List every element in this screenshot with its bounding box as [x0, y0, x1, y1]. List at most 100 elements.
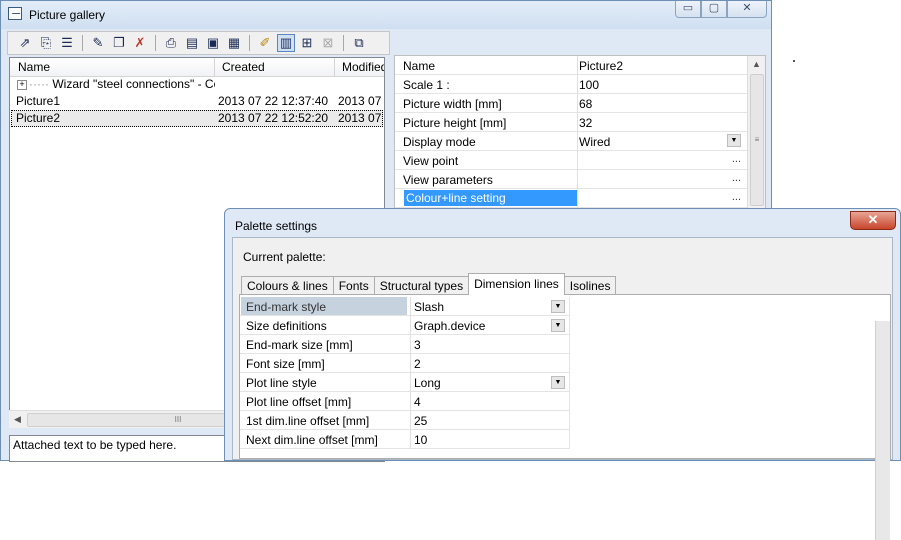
- setting-name: 1st dim.line offset [mm]: [246, 414, 370, 428]
- setting-value[interactable]: Slash: [414, 300, 444, 314]
- setting-value[interactable]: Long: [414, 376, 441, 390]
- dropdown-arrow-icon[interactable]: ▼: [551, 319, 565, 332]
- scroll-thumb[interactable]: ≡: [750, 74, 764, 206]
- property-name: Scale 1 :: [403, 78, 450, 92]
- dropdown-arrow-icon[interactable]: ▼: [551, 376, 565, 389]
- setting-value[interactable]: 2: [414, 357, 421, 371]
- list-icon[interactable]: ☰: [58, 34, 76, 52]
- toolbar: ⇗ ⎘ ☰ ✎ ❐ ✗ ⎙ ▤ ▣ ▦ ✐ ▥ ⊞ ⊠ ⧉: [7, 31, 390, 55]
- setting-value[interactable]: 10: [414, 433, 427, 447]
- setting-row[interactable]: Plot line offset [mm] 4: [240, 392, 570, 411]
- copy-picture-icon[interactable]: ⎘: [37, 34, 55, 52]
- title-bar[interactable]: Picture gallery ▭ ▢ ✕: [1, 1, 771, 29]
- column-header-name[interactable]: Name: [18, 60, 50, 74]
- pencil-icon[interactable]: ✐: [256, 34, 274, 52]
- list-item-selected[interactable]: Picture2 2013 07 22 12:52:20 2013 07 2: [11, 110, 384, 127]
- minimize-button[interactable]: ▭: [675, 1, 701, 18]
- ellipsis-button[interactable]: ...: [732, 172, 741, 184]
- palette-settings-window: Palette settings ✕ Current palette: Colo…: [224, 208, 901, 540]
- setting-row[interactable]: Plot line style Long ▼: [240, 373, 570, 392]
- column-divider[interactable]: [214, 58, 215, 76]
- property-value[interactable]: 100: [579, 78, 599, 92]
- grid-view-icon[interactable]: ⊞: [298, 34, 316, 52]
- list-item-created: 2013 07 22 12:52:20: [218, 111, 329, 125]
- tab-bar: Colours & lines Fonts Structural types D…: [241, 273, 617, 295]
- list-item[interactable]: Picture1 2013 07 22 12:37:40 2013 07 2: [11, 93, 384, 110]
- setting-value[interactable]: 25: [414, 414, 427, 428]
- scroll-up-icon[interactable]: ▲: [752, 59, 761, 69]
- property-name: Colour+line setting: [404, 190, 578, 206]
- dimension-lines-panel: End-mark style Slash ▼ Size definitions …: [239, 294, 891, 540]
- list-item[interactable]: +····· Wizard "steel connections" - Conn…: [11, 76, 383, 93]
- setting-name: Next dim.line offset [mm]: [246, 433, 378, 447]
- property-name: View parameters: [403, 173, 493, 187]
- delete-icon[interactable]: ✗: [131, 34, 149, 52]
- list-item-name: Wizard "steel connections" - Conne: [52, 77, 215, 91]
- list-item-name: Picture1: [16, 94, 61, 108]
- maximize-button[interactable]: ▢: [701, 1, 727, 18]
- properties-grid: Name Picture2 Scale 1 : 100 Picture widt…: [394, 55, 766, 215]
- setting-name: End-mark size [mm]: [246, 338, 353, 352]
- pin-icon[interactable]: ⇗: [16, 34, 34, 52]
- property-value[interactable]: 68: [579, 97, 592, 111]
- setting-value[interactable]: 3: [414, 338, 421, 352]
- expand-icon[interactable]: +: [17, 79, 27, 90]
- tab-isolines[interactable]: Isolines: [563, 276, 617, 294]
- property-row-selected[interactable]: Colour+line setting ...: [395, 189, 747, 208]
- setting-name: Plot line offset [mm]: [246, 395, 352, 409]
- properties-scrollbar[interactable]: ▲ ≡: [747, 56, 765, 214]
- property-row[interactable]: Name Picture2: [395, 56, 747, 75]
- setting-value[interactable]: Graph.device: [414, 319, 485, 333]
- column-header-modified[interactable]: Modified: [342, 60, 384, 74]
- toolbar-separator: [343, 35, 344, 51]
- setting-row[interactable]: Font size [mm] 2: [240, 354, 570, 373]
- tab-dimension-lines[interactable]: Dimension lines: [468, 273, 565, 295]
- setting-row[interactable]: Next dim.line offset [mm] 10: [240, 430, 570, 449]
- setting-name: Size definitions: [246, 319, 327, 333]
- tab-fonts[interactable]: Fonts: [332, 276, 375, 294]
- tab-colours-lines[interactable]: Colours & lines: [241, 276, 334, 294]
- setting-row[interactable]: Size definitions Graph.device ▼: [240, 316, 570, 335]
- setting-row-selected[interactable]: End-mark style Slash ▼: [240, 297, 570, 316]
- property-row[interactable]: Picture height [mm] 32: [395, 113, 747, 132]
- ellipsis-button[interactable]: ...: [732, 153, 741, 165]
- setting-row[interactable]: 1st dim.line offset [mm] 25: [240, 411, 570, 430]
- panel-scrollbar[interactable]: [875, 321, 890, 540]
- property-row[interactable]: View point ...: [395, 151, 747, 170]
- property-value[interactable]: Wired: [579, 135, 610, 149]
- toolbar-separator: [82, 35, 83, 51]
- stray-dot: [793, 60, 795, 62]
- property-row[interactable]: View parameters ...: [395, 170, 747, 189]
- toolbar-separator: [155, 35, 156, 51]
- column-divider[interactable]: [334, 58, 335, 76]
- tab-structural-types[interactable]: Structural types: [373, 276, 470, 294]
- export-icon[interactable]: ▦: [225, 34, 243, 52]
- setting-value[interactable]: 4: [414, 395, 421, 409]
- dropdown-arrow-icon[interactable]: ▼: [727, 134, 741, 147]
- print-icon[interactable]: ⎙: [162, 34, 180, 52]
- preview-icon[interactable]: ⧉: [350, 34, 368, 52]
- column-header-created[interactable]: Created: [222, 60, 265, 74]
- close-button[interactable]: ✕: [727, 1, 767, 18]
- list-item-modified: 2013 07 2: [338, 111, 384, 125]
- property-row[interactable]: Display mode Wired ▼: [395, 132, 747, 151]
- ellipsis-button[interactable]: ...: [732, 191, 741, 203]
- details-view-icon[interactable]: ▥: [277, 34, 295, 52]
- setting-row[interactable]: End-mark size [mm] 3: [240, 335, 570, 354]
- save-icon[interactable]: ▣: [204, 34, 222, 52]
- edit-icon[interactable]: ✎: [89, 34, 107, 52]
- property-row[interactable]: Scale 1 : 100: [395, 75, 747, 94]
- dropdown-arrow-icon[interactable]: ▼: [551, 300, 565, 313]
- property-row[interactable]: Picture width [mm] 68: [395, 94, 747, 113]
- close-button[interactable]: ✕: [850, 211, 896, 230]
- scroll-left-icon[interactable]: ◀: [14, 414, 21, 425]
- property-value[interactable]: Picture2: [579, 59, 623, 73]
- property-value[interactable]: 32: [579, 116, 592, 130]
- list-item-modified: 2013 07 2: [338, 94, 384, 108]
- print-multiple-icon[interactable]: ▤: [183, 34, 201, 52]
- duplicate-icon[interactable]: ❐: [110, 34, 128, 52]
- property-name: Picture width [mm]: [403, 97, 502, 111]
- dialog-body: Current palette: Colours & lines Fonts S…: [232, 237, 893, 540]
- current-palette-label: Current palette:: [243, 250, 326, 264]
- toolbar-separator: [249, 35, 250, 51]
